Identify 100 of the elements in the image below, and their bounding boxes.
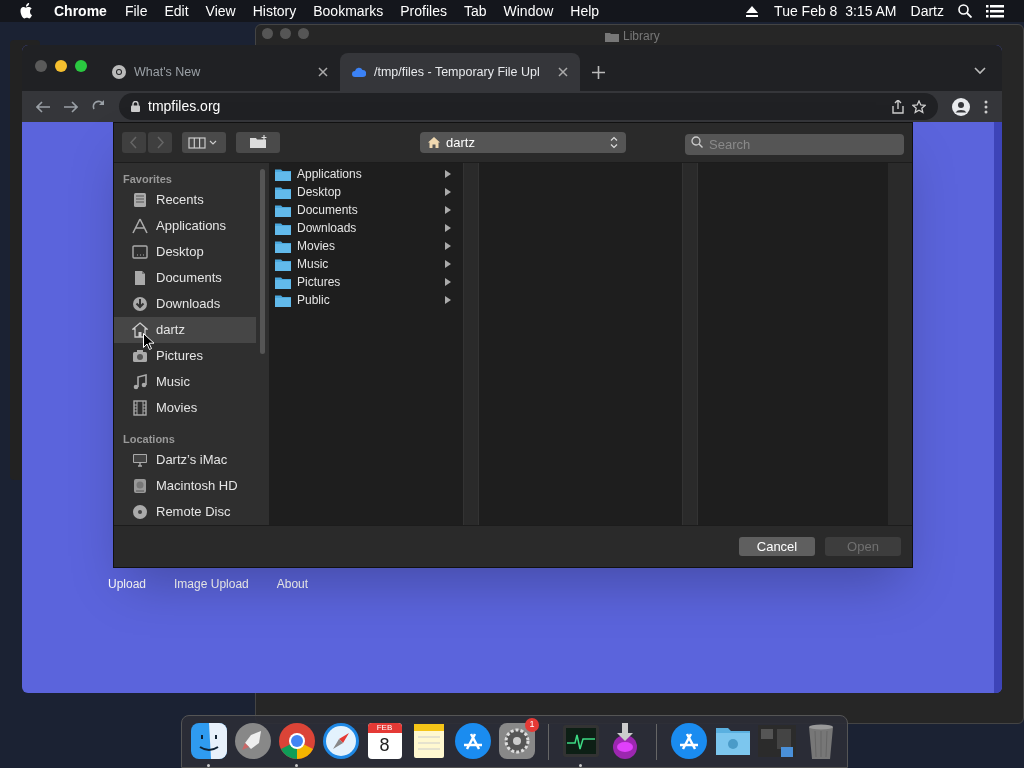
sidebar-item[interactable]: dartz <box>114 317 256 343</box>
nav-link[interactable]: Image Upload <box>174 575 249 593</box>
sidebar-item[interactable]: Music <box>114 369 256 395</box>
dialog-button[interactable]: Cancel <box>739 537 815 556</box>
disclosure-arrow-icon <box>445 224 451 232</box>
folder-icon <box>275 185 291 199</box>
app-store-icon[interactable] <box>668 721 709 761</box>
music-note-icon <box>132 374 148 390</box>
folder-icon <box>275 167 291 181</box>
sidebar-item[interactable]: Documents <box>114 265 256 291</box>
plus-icon[interactable] <box>592 66 605 79</box>
menu-user[interactable]: Dartz <box>910 0 944 22</box>
folder-row[interactable]: Desktop <box>269 183 463 201</box>
window-control-icon <box>75 60 87 72</box>
nav-link[interactable]: About <box>276 575 309 593</box>
chrome-icon <box>112 65 126 79</box>
folder-row[interactable]: Documents <box>269 201 463 219</box>
house-icon <box>132 322 148 338</box>
cloud-icon <box>352 67 366 77</box>
star-icon <box>912 99 926 114</box>
search-icon <box>691 136 703 148</box>
sidebar-item[interactable]: Desktop <box>114 239 256 265</box>
window-control-icon <box>280 28 291 39</box>
compass-icon[interactable] <box>320 721 361 761</box>
address-bar[interactable]: tmpfiles.org <box>119 93 938 120</box>
lock-icon <box>131 101 140 112</box>
disclosure-arrow-icon <box>445 260 451 268</box>
menu-app-name[interactable]: Chrome <box>54 0 107 22</box>
monitor-icon <box>132 452 148 468</box>
clock-list-icon <box>132 192 148 208</box>
column-view-icon[interactable] <box>182 132 226 153</box>
disclosure-arrow-icon <box>445 188 451 196</box>
house-icon <box>428 137 440 148</box>
browser-tab[interactable]: What's New <box>100 53 340 91</box>
search-icon <box>958 4 972 18</box>
disc-icon <box>132 504 148 520</box>
close-icon <box>318 67 328 77</box>
menu-item[interactable]: View <box>205 0 236 22</box>
gear-icon[interactable] <box>496 721 537 761</box>
folder-icon <box>275 239 291 253</box>
folder-icon <box>275 221 291 235</box>
profile-icon <box>952 97 970 116</box>
browser-tab[interactable]: /tmp/files - Temporary File Upl <box>340 53 580 91</box>
menu-item[interactable]: File <box>124 0 148 22</box>
folder-row[interactable]: Music <box>269 255 463 273</box>
tab-title: What's New <box>134 63 202 81</box>
menu-item[interactable]: Tab <box>463 0 487 22</box>
back-button-icon <box>122 132 146 153</box>
disclosure-arrow-icon <box>445 242 451 250</box>
folder-row[interactable]: Applications <box>269 165 463 183</box>
folder-row[interactable]: Pictures <box>269 273 463 291</box>
new-folder-icon[interactable] <box>236 132 280 153</box>
menu-item[interactable]: Window <box>503 0 554 22</box>
folder-row[interactable]: Downloads <box>269 219 463 237</box>
sidebar-heading: Locations <box>122 431 176 447</box>
sidebar-item[interactable]: Applications <box>114 213 256 239</box>
app-store-icon[interactable] <box>452 721 493 761</box>
sidebar-item[interactable]: Macintosh HD <box>114 473 256 499</box>
menu-item[interactable]: History <box>252 0 297 22</box>
forward-button-icon <box>148 132 172 153</box>
calendar-icon[interactable]: FEB 8 <box>367 723 402 759</box>
folder-row[interactable]: Movies <box>269 237 463 255</box>
disclosure-arrow-icon <box>445 206 451 214</box>
document-icon <box>132 270 148 286</box>
sidebar-item[interactable]: Dartz’s iMac <box>114 447 256 473</box>
desktop-icon <box>132 244 148 260</box>
menu-item[interactable]: Help <box>570 0 600 22</box>
list-icon <box>986 4 1004 18</box>
location-label: dartz <box>446 133 476 152</box>
disclosure-arrow-icon <box>445 278 451 286</box>
tab-title: /tmp/files - Temporary File Upl <box>374 63 541 81</box>
folder-icon <box>275 275 291 289</box>
chevron-down-icon <box>974 67 986 75</box>
folder-icon <box>275 203 291 217</box>
nav-link[interactable]: Upload <box>108 575 147 593</box>
forward-arrow-icon <box>64 100 78 113</box>
sidebar-item[interactable]: Remote Disc <box>114 499 256 525</box>
sidebar-item[interactable]: Downloads <box>114 291 256 317</box>
menu-clock[interactable]: Tue Feb 8 3:15 AM <box>774 0 897 22</box>
folder-icon <box>275 257 291 271</box>
folder-icon <box>605 30 619 42</box>
menu-item[interactable]: Edit <box>164 0 189 22</box>
sidebar-item[interactable]: Movies <box>114 395 256 421</box>
share-icon <box>892 99 904 114</box>
disclosure-arrow-icon <box>445 296 451 304</box>
film-icon <box>132 400 148 416</box>
window-control-icon <box>55 60 67 72</box>
finder-face-icon[interactable] <box>188 721 229 761</box>
menu-item[interactable]: Profiles <box>400 0 447 22</box>
sidebar-heading: Favorites <box>122 171 173 187</box>
window-control-icon <box>298 28 309 39</box>
sidebar-item[interactable]: Pictures <box>114 343 256 369</box>
camera-icon <box>132 348 148 364</box>
eject-icon <box>746 5 759 17</box>
location-popup[interactable]: dartz <box>420 132 626 153</box>
chrome-icon[interactable] <box>276 721 317 761</box>
menu-item[interactable]: Bookmarks <box>313 0 384 22</box>
stepper-icon <box>610 136 618 149</box>
folder-row[interactable]: Public <box>269 291 463 309</box>
sidebar-item[interactable]: Recents <box>114 187 256 213</box>
